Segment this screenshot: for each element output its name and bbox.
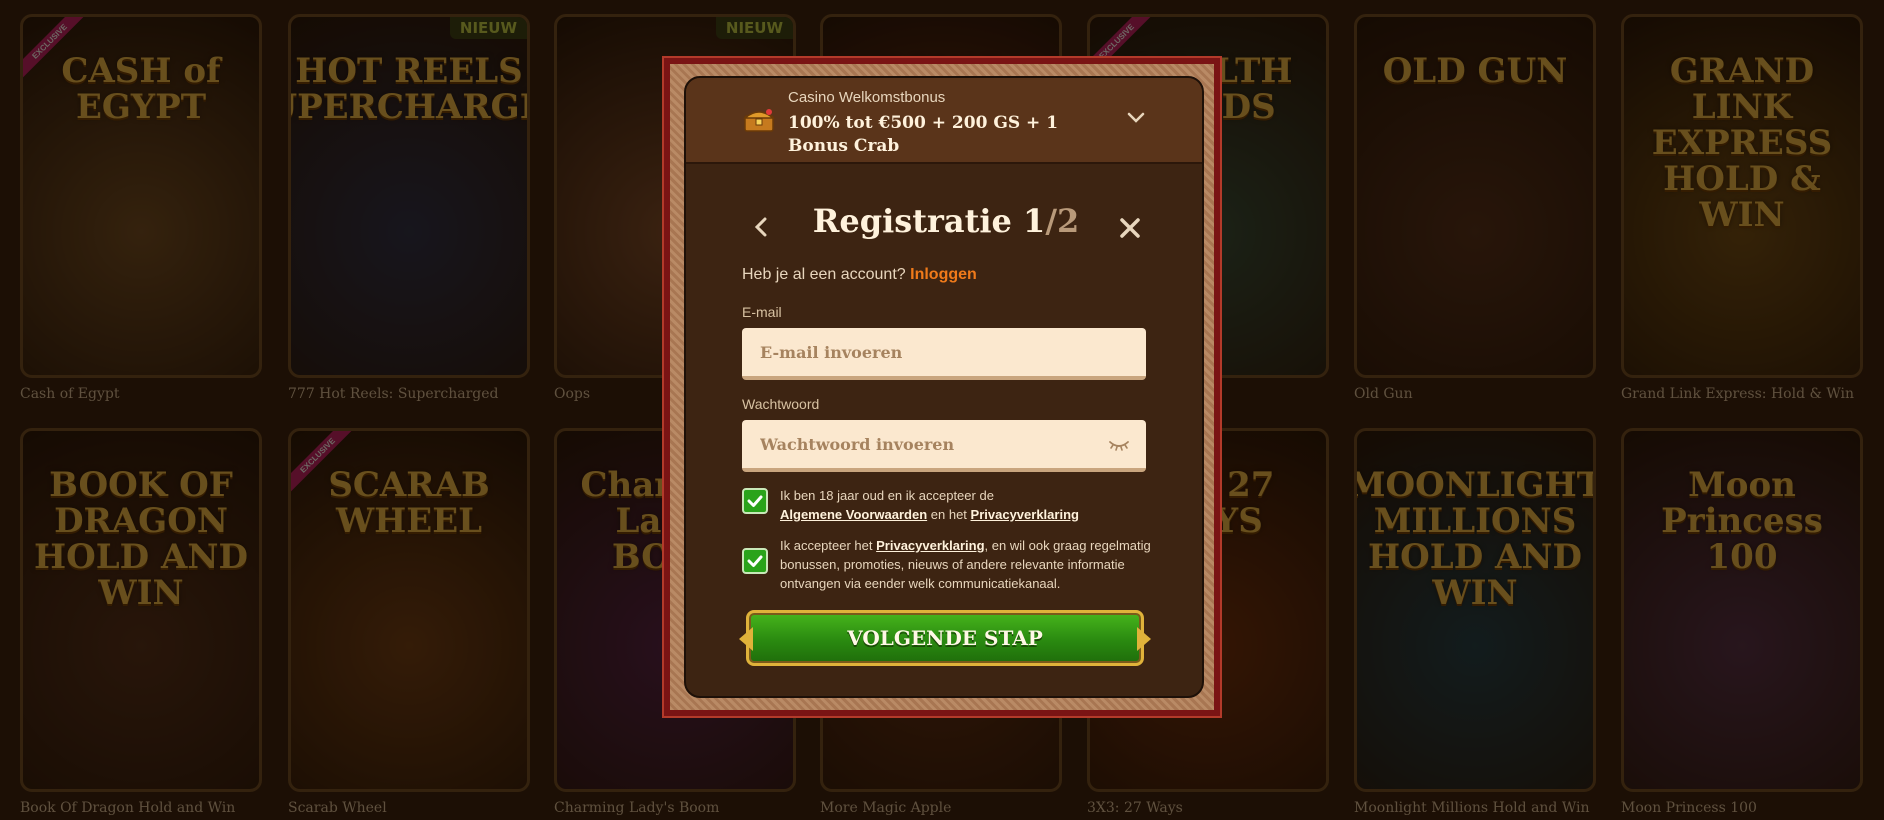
welcome-bonus-dropdown[interactable]: Casino Welkomstbonus 100% tot €500 + 200… xyxy=(686,78,1202,164)
consent-age-text: Ik ben 18 jaar oud en ik accepteer de Al… xyxy=(780,486,1160,524)
chevron-down-icon[interactable] xyxy=(1126,110,1146,126)
registration-title: Registratie xyxy=(812,202,1012,240)
consent-age-text-b: en het xyxy=(930,507,967,522)
close-icon[interactable] xyxy=(1118,216,1142,240)
email-field[interactable] xyxy=(742,328,1146,376)
password-field-wrapper xyxy=(742,420,1146,472)
step-current: 1 xyxy=(1023,202,1046,240)
bonus-title: 100% tot €500 + 200 GS + 1 Bonus Crab xyxy=(788,113,1059,156)
login-prompt-line: Heb je al een account? Inloggen xyxy=(742,266,977,284)
password-field[interactable] xyxy=(742,420,1146,468)
eye-closed-icon[interactable] xyxy=(1108,438,1130,452)
login-link[interactable]: Inloggen xyxy=(910,266,977,283)
consent-marketing-text-a: Ik accepteer het xyxy=(780,538,873,553)
checkmark-icon xyxy=(747,495,763,507)
treasure-chest-icon xyxy=(742,109,776,132)
next-step-label: VOLGENDE STAP xyxy=(847,626,1043,650)
email-field-wrapper xyxy=(742,328,1146,380)
login-prompt: Heb je al een account? xyxy=(742,266,906,283)
email-label: E-mail xyxy=(742,304,782,320)
registration-header: Registratie 1/2 xyxy=(686,200,1202,250)
next-step-button[interactable]: VOLGENDE STAP xyxy=(739,610,1151,666)
registration-modal: Casino Welkomstbonus 100% tot €500 + 200… xyxy=(684,76,1204,698)
step-total: /2 xyxy=(1045,202,1080,240)
button-ornament-right xyxy=(1137,627,1151,651)
privacy-link-1[interactable]: Privacyverklaring xyxy=(971,507,1079,522)
bonus-kicker: Casino Welkomstbonus xyxy=(788,89,946,106)
consent-marketing-checkbox[interactable] xyxy=(742,548,768,574)
consent-age-checkbox[interactable] xyxy=(742,488,768,514)
consent-marketing-text: Ik accepteer het Privacyverklaring, en w… xyxy=(780,536,1160,593)
checkmark-icon xyxy=(747,555,763,567)
privacy-link-2[interactable]: Privacyverklaring xyxy=(876,538,984,553)
consent-age-text-a: Ik ben 18 jaar oud en ik accepteer de xyxy=(780,488,994,503)
terms-link[interactable]: Algemene Voorwaarden xyxy=(780,507,927,522)
button-ornament-left xyxy=(739,627,753,651)
password-label: Wachtwoord xyxy=(742,396,820,412)
